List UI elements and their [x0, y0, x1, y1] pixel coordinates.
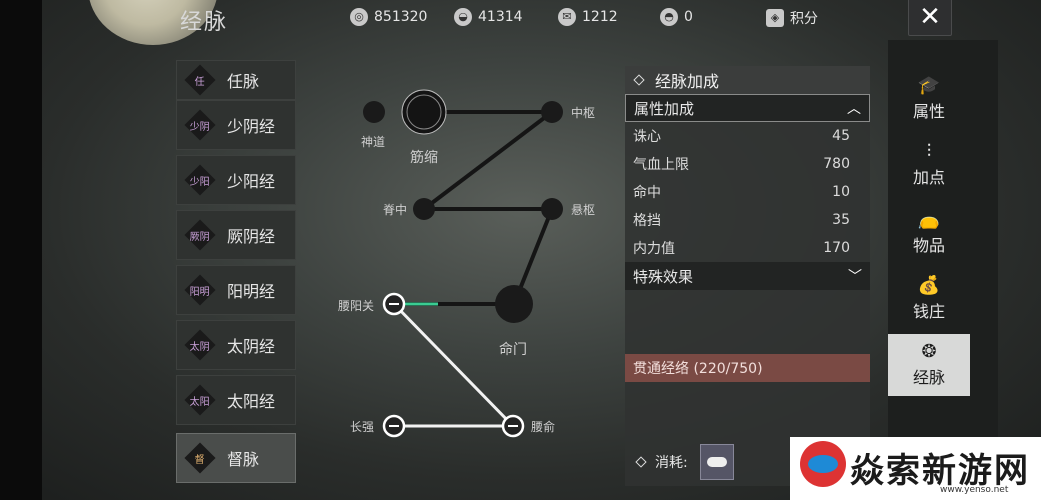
- acupoint-mingmen[interactable]: [495, 285, 533, 323]
- watermark-url: www.yenso.net: [940, 485, 1009, 495]
- special-effects-section-toggle[interactable]: 特殊效果 ﹀: [625, 262, 870, 290]
- bag-icon: 👝: [917, 209, 941, 230]
- site-watermark: 焱索新游网 www.yenso.net: [790, 437, 1041, 500]
- meridian-label: 督脉: [227, 450, 260, 469]
- cost-row: 消耗:: [633, 444, 734, 480]
- meridian-badge: 阳明: [184, 274, 216, 306]
- acupoint-label: 中枢: [571, 106, 596, 120]
- opened-meridian-path: [392, 302, 515, 428]
- mortarboard-icon: 🎓: [917, 75, 941, 96]
- nav-item-points[interactable]: ⫶ 加点: [888, 134, 970, 196]
- attr-row: 内力值 170: [633, 240, 850, 257]
- acupoint-yaoshu[interactable]: [501, 414, 525, 438]
- acupoint-jizhong[interactable]: [413, 198, 435, 220]
- gold-ingot-icon: ◓: [660, 8, 678, 26]
- meridian-label: 厥阴经: [227, 227, 276, 246]
- diamond-icon: [633, 74, 645, 86]
- currency-gold-ingot: ◓ 0: [660, 8, 693, 26]
- meridian-item-taiyang[interactable]: 太阳 太阳经: [176, 375, 296, 425]
- currency-jade-ticket: ✉ 1212: [558, 8, 618, 26]
- panel-header: 经脉加成: [625, 66, 870, 94]
- meridian-badge: 厥阴: [184, 219, 216, 251]
- meridian-item-dumai[interactable]: 督 督脉: [176, 433, 296, 483]
- acupoint-label: 脊中: [383, 203, 408, 217]
- points-button[interactable]: ◈ 积分: [766, 8, 818, 28]
- meridian-badge: 少阳: [184, 164, 216, 196]
- meridian-label: 太阴经: [227, 337, 276, 356]
- diamond-icon: [635, 456, 647, 468]
- acupoint-label: 命门: [499, 342, 527, 358]
- meridian-badge: 太阳: [184, 384, 216, 416]
- meridian-icon: ❂: [921, 341, 937, 362]
- cost-item-slot[interactable]: [699, 444, 734, 480]
- acupoint-label: 神道: [361, 135, 386, 149]
- shield-icon: ◈: [766, 9, 784, 27]
- acupoint-jinsuo-inner: [406, 94, 442, 130]
- nav-item-bank[interactable]: 💰 钱庄: [888, 268, 970, 330]
- meridian-badge: 督: [184, 442, 216, 474]
- panel-title: 经脉加成: [655, 72, 720, 91]
- currency-silver-ingot: ◒ 41314: [454, 8, 523, 26]
- meridian-item-shaoyin[interactable]: 少阴 少阴经: [176, 100, 296, 150]
- meridian-badge: 任: [184, 64, 216, 96]
- money-bag-icon: 💰: [917, 275, 941, 296]
- meridian-item-yangming[interactable]: 阳明 阳明经: [176, 265, 296, 315]
- meridian-item-jueyin[interactable]: 厥阴 厥阴经: [176, 210, 296, 260]
- special-section-title: 特殊效果: [633, 267, 694, 286]
- close-icon: ✕: [919, 2, 941, 32]
- meridian-progress-bar: 贯通经络 (220/750): [625, 354, 870, 382]
- meridian-badge: 少阴: [184, 109, 216, 141]
- chevron-up-icon: ︿: [847, 101, 861, 117]
- close-button[interactable]: ✕: [908, 0, 952, 36]
- acupoint-label: 腰俞: [531, 420, 556, 434]
- attr-row: 气血上限 780: [633, 156, 850, 173]
- attr-row: 诛心 45: [633, 128, 850, 145]
- side-nav: 🎓 属性 ⫶ 加点 👝 物品 💰 钱庄 ❂ 经脉: [888, 40, 998, 500]
- nav-item-attributes[interactable]: 🎓 属性: [888, 68, 970, 130]
- meridian-label: 阳明经: [227, 282, 276, 301]
- nav-item-meridian[interactable]: ❂ 经脉: [888, 334, 970, 396]
- sliders-icon: ⫶: [926, 141, 932, 162]
- watermark-logo: [800, 441, 846, 487]
- acupoint-zhongshu[interactable]: [541, 101, 563, 123]
- attr-row: 命中 10: [633, 184, 850, 201]
- attr-bonus-section-toggle[interactable]: 属性加成 ︿: [625, 94, 870, 122]
- meridian-badge: 太阴: [184, 329, 216, 361]
- acupoint-yaoyangguan[interactable]: [382, 292, 406, 316]
- attr-row: 格挡 35: [633, 212, 850, 229]
- meridian-label: 少阳经: [227, 172, 276, 191]
- attr-section-title: 属性加成: [634, 99, 695, 118]
- meridian-item-shaoyang[interactable]: 少阳 少阳经: [176, 155, 296, 205]
- silver-ingot-icon: ◒: [454, 8, 472, 26]
- meridian-label: 太阳经: [227, 392, 276, 411]
- nav-item-items[interactable]: 👝 物品: [888, 202, 970, 264]
- acupoint-changqiang[interactable]: [382, 414, 406, 438]
- acupoint-label: 悬枢: [571, 203, 596, 217]
- silver-coin-icon: ◎: [350, 8, 368, 26]
- acupoint-label: 筋缩: [410, 150, 438, 166]
- progress-text: 贯通经络 (220/750): [633, 361, 763, 377]
- acupoint-label: 腰阳关: [338, 299, 375, 313]
- meridian-item-renmai[interactable]: 任 任脉: [176, 60, 296, 100]
- meridian-item-taiyin[interactable]: 太阴 太阴经: [176, 320, 296, 370]
- chevron-down-icon: ﹀: [848, 269, 862, 285]
- cost-label: 消耗:: [655, 455, 688, 471]
- page-title: 经脉: [180, 10, 229, 35]
- acupoint-label: 长强: [350, 420, 375, 434]
- acupoint-shendao[interactable]: [363, 101, 385, 123]
- jade-ticket-icon: ✉: [558, 8, 576, 26]
- meridian-label: 任脉: [227, 72, 260, 91]
- meridian-label: 少阴经: [227, 117, 276, 136]
- meridian-path: [422, 110, 554, 211]
- acupoint-xuanshu[interactable]: [541, 198, 563, 220]
- item-icon: [706, 457, 727, 467]
- currency-silver-coin: ◎ 851320: [350, 8, 427, 26]
- meridian-bonus-panel: 经脉加成 属性加成 ︿ 诛心 45 气血上限 780 命中 10 格挡 35 内…: [625, 66, 870, 486]
